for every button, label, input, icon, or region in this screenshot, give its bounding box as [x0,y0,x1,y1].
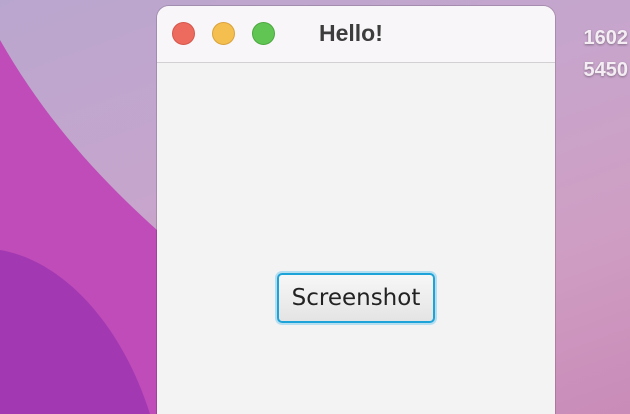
close-button[interactable] [172,22,195,45]
title-bar[interactable]: Hello! [157,6,555,63]
app-window: Hello! Screenshot [157,6,555,414]
desktop-text: 1602 [583,27,629,49]
zoom-button[interactable] [252,22,275,45]
window-title: Hello! [319,20,383,46]
minimize-button[interactable] [212,22,235,45]
screenshot-button[interactable]: Screenshot [277,273,435,323]
desktop-text: 5450 [583,59,629,81]
